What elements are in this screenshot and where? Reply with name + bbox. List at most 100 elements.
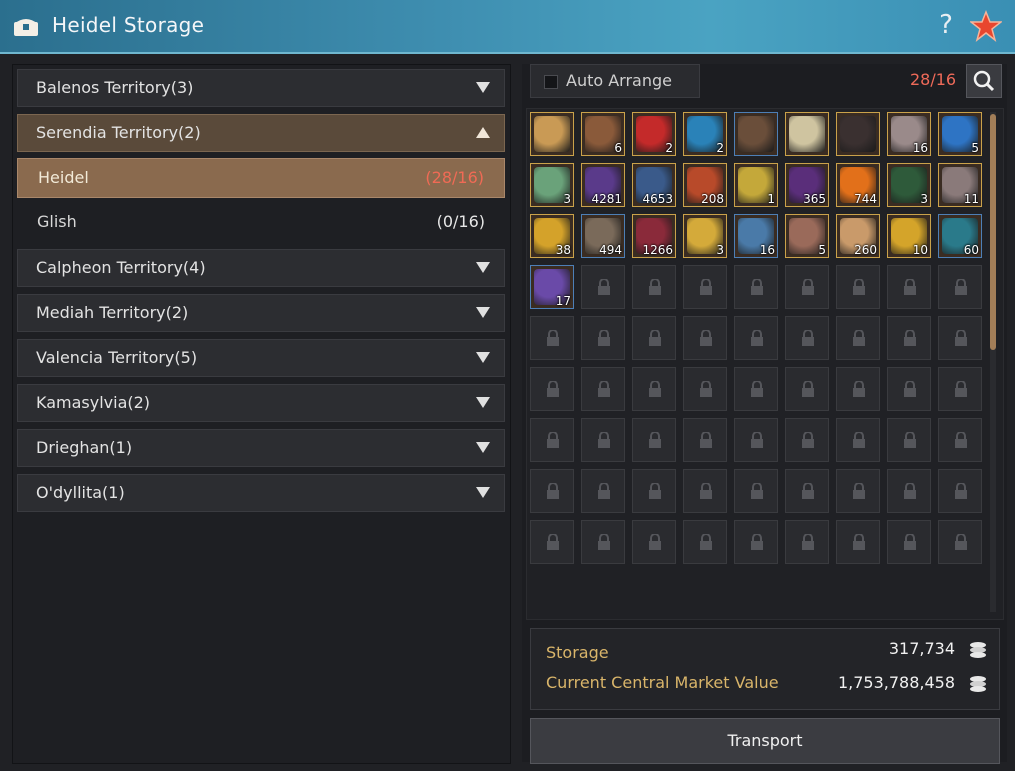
auto-arrange-toggle[interactable]: Auto Arrange	[530, 64, 700, 98]
item-slot[interactable]: 16	[734, 214, 778, 258]
chevron-down-icon	[476, 82, 490, 93]
item-quantity: 3	[716, 243, 724, 257]
search-icon	[973, 70, 995, 92]
territory-label: Kamasylvia(2)	[36, 393, 151, 412]
locked-slot	[530, 316, 574, 360]
item-icon	[840, 116, 876, 152]
item-slot[interactable]	[734, 112, 778, 156]
scrollbar-thumb[interactable]	[990, 114, 996, 350]
item-slot[interactable]: 16	[887, 112, 931, 156]
locked-slot	[683, 265, 727, 309]
item-slot[interactable]: 6	[581, 112, 625, 156]
item-quantity: 38	[555, 243, 571, 257]
locked-slot	[530, 367, 574, 411]
town-item-heidel[interactable]: Heidel (28/16)	[17, 158, 505, 198]
item-slot[interactable]: 38	[530, 214, 574, 258]
locked-slot	[581, 520, 625, 564]
territory-label: O'dyllita(1)	[36, 483, 125, 502]
territory-row-kamasylvia[interactable]: Kamasylvia(2)	[17, 384, 505, 422]
help-button[interactable]: ?	[933, 10, 959, 40]
item-slot[interactable]: 5	[785, 214, 829, 258]
territory-row-mediah[interactable]: Mediah Territory(2)	[17, 294, 505, 332]
item-slot[interactable]: 1266	[632, 214, 676, 258]
locked-slot	[734, 418, 778, 462]
territory-row-odyllita[interactable]: O'dyllita(1)	[17, 474, 505, 512]
item-slot[interactable]: 3	[530, 163, 574, 207]
lock-icon	[955, 432, 967, 448]
item-slot[interactable]: 2	[683, 112, 727, 156]
item-slot[interactable]	[530, 112, 574, 156]
territory-row-drieghan[interactable]: Drieghan(1)	[17, 429, 505, 467]
territory-row-balenos[interactable]: Balenos Territory(3)	[17, 69, 505, 107]
lock-icon	[700, 534, 712, 550]
lock-icon	[751, 432, 763, 448]
town-item-glish[interactable]: Glish (0/16)	[17, 203, 505, 243]
locked-slot	[683, 469, 727, 513]
item-slot[interactable]: 4281	[581, 163, 625, 207]
locked-slot	[632, 316, 676, 360]
item-quantity: 494	[599, 243, 622, 257]
item-slot[interactable]: 208	[683, 163, 727, 207]
locked-slot	[938, 316, 982, 360]
item-slot[interactable]: 2	[632, 112, 676, 156]
item-slot[interactable]	[785, 112, 829, 156]
transport-button[interactable]: Transport	[530, 718, 1000, 764]
locked-slot	[887, 316, 931, 360]
chevron-down-icon	[476, 487, 490, 498]
silver-coin-icon	[970, 676, 986, 692]
silver-coin-icon	[970, 642, 986, 658]
item-quantity: 4281	[591, 192, 622, 206]
item-slot[interactable]: 5	[938, 112, 982, 156]
item-slot[interactable]: 1	[734, 163, 778, 207]
item-quantity: 3	[563, 192, 571, 206]
locked-slot	[938, 418, 982, 462]
locked-slot	[887, 469, 931, 513]
auto-arrange-label: Auto Arrange	[566, 71, 672, 90]
item-slot[interactable]: 3	[887, 163, 931, 207]
item-quantity: 5	[971, 141, 979, 155]
item-slot[interactable]: 3	[683, 214, 727, 258]
territory-row-serendia[interactable]: Serendia Territory(2)	[17, 114, 505, 152]
item-slot[interactable]: 11	[938, 163, 982, 207]
item-slot[interactable]: 744	[836, 163, 880, 207]
search-button[interactable]	[966, 64, 1002, 98]
locked-slot	[938, 367, 982, 411]
town-count: (28/16)	[425, 168, 484, 187]
locked-slot	[836, 316, 880, 360]
item-slot[interactable]: 494	[581, 214, 625, 258]
lock-icon	[955, 534, 967, 550]
chevron-up-icon	[476, 127, 490, 138]
item-slot[interactable]: 17	[530, 265, 574, 309]
item-slot[interactable]: 365	[785, 163, 829, 207]
locked-slot	[632, 367, 676, 411]
territory-label: Serendia Territory(2)	[36, 123, 201, 142]
lock-icon	[853, 330, 865, 346]
locked-slot	[887, 520, 931, 564]
lock-icon	[802, 534, 814, 550]
territory-row-valencia[interactable]: Valencia Territory(5)	[17, 339, 505, 377]
item-slot[interactable]: 60	[938, 214, 982, 258]
lock-icon	[853, 534, 865, 550]
auto-arrange-checkbox[interactable]	[544, 75, 558, 89]
lock-icon	[904, 279, 916, 295]
territory-label: Drieghan(1)	[36, 438, 133, 457]
lock-icon	[955, 279, 967, 295]
lock-icon	[802, 330, 814, 346]
locked-slot	[734, 316, 778, 360]
item-slot[interactable]: 260	[836, 214, 880, 258]
item-quantity: 10	[912, 243, 928, 257]
locked-slot	[887, 418, 931, 462]
territory-row-calpheon[interactable]: Calpheon Territory(4)	[17, 249, 505, 287]
lock-icon	[751, 330, 763, 346]
item-slot[interactable]	[836, 112, 880, 156]
item-slot[interactable]: 10	[887, 214, 931, 258]
item-quantity: 208	[701, 192, 724, 206]
lock-icon	[598, 279, 610, 295]
window-title: Heidel Storage	[52, 13, 205, 37]
locked-slot	[734, 520, 778, 564]
star-icon[interactable]	[970, 10, 1002, 42]
territory-list: Balenos Territory(3) Serendia Territory(…	[12, 64, 511, 764]
lock-icon	[751, 534, 763, 550]
item-slot[interactable]: 4653	[632, 163, 676, 207]
title-bar[interactable]: Heidel Storage ?	[0, 0, 1015, 54]
